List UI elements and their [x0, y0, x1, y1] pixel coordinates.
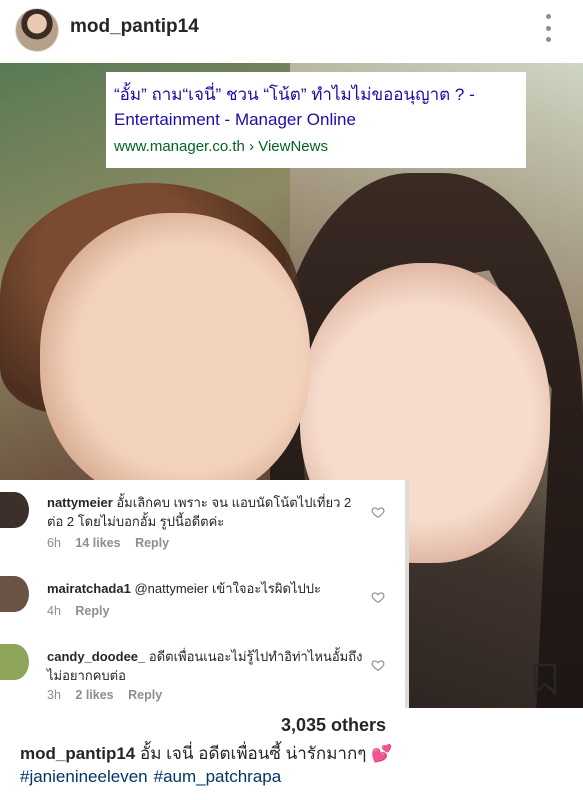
comment-username[interactable]: nattymeier	[47, 495, 113, 510]
caption-username[interactable]: mod_pantip14	[20, 744, 135, 763]
avatar[interactable]	[15, 8, 59, 52]
heart-icon[interactable]	[371, 590, 385, 604]
reply-button[interactable]: Reply	[75, 604, 109, 618]
likes-count[interactable]: 3,035 others	[281, 715, 386, 736]
comment-time: 6h	[47, 536, 61, 550]
comment-meta: 4h Reply	[47, 604, 120, 618]
photo-face-left	[40, 213, 310, 503]
comment-body: nattymeier อั้มเลิกคบ เพราะ จน แอบนัดโน้…	[47, 493, 365, 531]
post-username[interactable]: mod_pantip14	[70, 16, 199, 38]
comment-username[interactable]: candy_doodee_	[47, 649, 145, 664]
search-result-link-card[interactable]: “อั้ม” ถาม“เจนี่” ชวน “โน้ต” ทำไมไม่ขออน…	[106, 72, 526, 168]
comment-meta: 3h 2 likes Reply	[47, 688, 173, 702]
bookmark-icon[interactable]	[532, 663, 558, 695]
comment-body: mairatchada1 @nattymeier เข้าใจอะไรผิดไป…	[47, 579, 365, 598]
comment-body: candy_doodee_ อดีตเพื่อนเนอะไม่รู้ไปทำอิ…	[47, 647, 365, 685]
post-caption: mod_pantip14 อั้ม เจนี่ อดีตเพื่อนซี้ น่…	[20, 741, 570, 767]
hashtag-link[interactable]: #aum_patchrapa	[154, 767, 282, 786]
link-url: www.manager.co.th › ViewNews	[114, 138, 328, 155]
link-title[interactable]: “อั้ม” ถาม“เจนี่” ชวน “โน้ต” ทำไมไม่ขออน…	[114, 82, 519, 132]
post-header: mod_pantip14	[0, 0, 583, 62]
comment-text: @nattymeier เข้าใจอะไรผิดไปปะ	[134, 581, 321, 596]
comment-likes[interactable]: 14 likes	[75, 536, 120, 550]
caption-text: อั้ม เจนี่ อดีตเพื่อนซี้ น่ารักมากๆ 💕	[139, 744, 393, 763]
reply-button[interactable]: Reply	[128, 688, 162, 702]
heart-icon[interactable]	[371, 658, 385, 672]
comments-panel[interactable]: nattymeier อั้มเลิกคบ เพราะ จน แอบนัดโน้…	[0, 480, 409, 708]
hashtag-link[interactable]: #janienineeleven	[20, 767, 148, 786]
comment-username[interactable]: mairatchada1	[47, 581, 131, 596]
reply-button[interactable]: Reply	[135, 536, 169, 550]
comment-avatar[interactable]	[0, 576, 29, 612]
more-vertical-icon[interactable]	[540, 14, 556, 42]
comment-meta: 6h 14 likes Reply	[47, 536, 180, 550]
comment-time: 3h	[47, 688, 61, 702]
comment-likes[interactable]: 2 likes	[75, 688, 113, 702]
comment-avatar[interactable]	[0, 492, 29, 528]
heart-icon[interactable]	[371, 505, 385, 519]
hashtags: #janienineeleven #aum_patchrapa	[20, 767, 287, 787]
comment-time: 4h	[47, 604, 61, 618]
comment-avatar[interactable]	[0, 644, 29, 680]
